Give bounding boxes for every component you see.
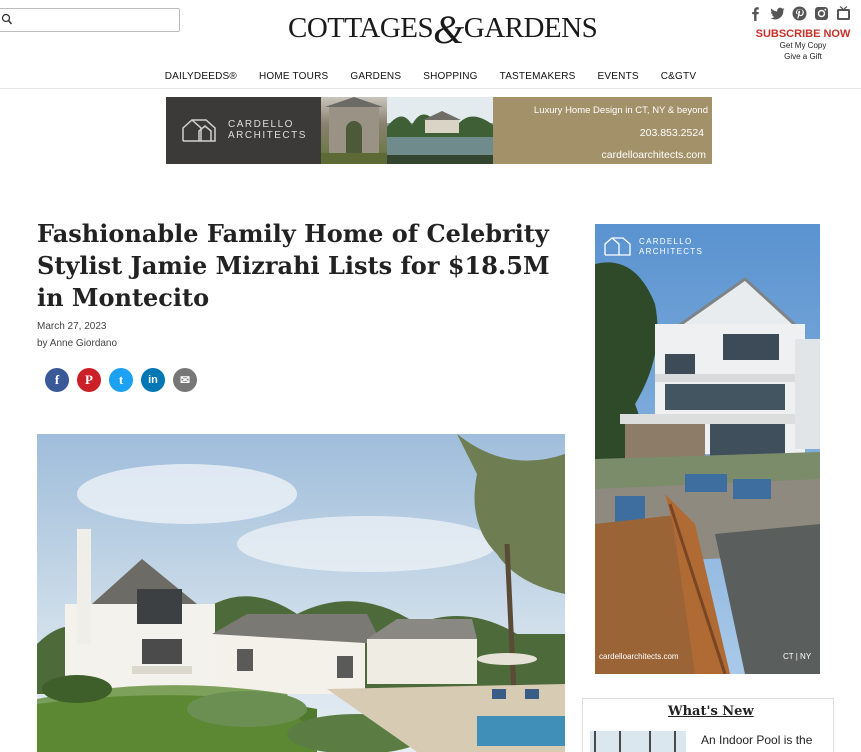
sidebar-ad-logo-icon: [604, 237, 631, 256]
email-share-icon[interactable]: ✉: [173, 368, 197, 392]
whats-new-thumbnail[interactable]: [590, 731, 686, 752]
instagram-icon[interactable]: [814, 6, 829, 21]
main-nav: DAILYDEEDS® HOME TOURS GARDENS SHOPPING …: [0, 71, 861, 82]
nav-item-cgtv[interactable]: C&GTV: [650, 71, 707, 82]
logo-ampersand: &: [433, 7, 464, 52]
twitter-share-icon[interactable]: t: [109, 368, 133, 392]
logo-text-right: GARDENS: [463, 12, 598, 44]
whats-new-heading[interactable]: What's New: [668, 704, 754, 719]
article-byline: by Anne Giordano: [37, 338, 118, 349]
banner-ad[interactable]: CARDELLO ARCHITECTS Luxury Home Design i…: [166, 97, 712, 164]
banner-ad-tagline: Luxury Home Design in CT, NY & beyond: [533, 105, 708, 116]
banner-ad-brand-panel: CARDELLO ARCHITECTS: [166, 97, 321, 164]
sidebar-ad-firm-line2: ARCHITECTS: [639, 247, 704, 256]
give-a-gift-link[interactable]: Give a Gift: [755, 51, 851, 62]
search-icon: [1, 13, 13, 25]
sidebar-ad-url: cardelloarchitects.com: [599, 652, 679, 661]
nav-item-dailydeeds[interactable]: DAILYDEEDS®: [154, 71, 248, 82]
sidebar-ad-firm-name: CARDELLO ARCHITECTS: [639, 237, 703, 257]
banner-ad-info-panel: Luxury Home Design in CT, NY & beyond 20…: [493, 97, 712, 164]
facebook-icon[interactable]: [748, 6, 763, 21]
banner-ad-firm-line1: CARDELLO: [228, 119, 294, 130]
share-buttons: f P t in ✉: [45, 368, 197, 392]
linkedin-share-icon[interactable]: in: [141, 368, 165, 392]
article-headline: Fashionable Family Home of Celebrity Sty…: [37, 219, 550, 312]
search-box[interactable]: [0, 8, 180, 32]
banner-ad-url: cardelloarchitects.com: [601, 149, 706, 161]
sidebar-ad-location: CT | NY: [783, 652, 812, 661]
get-my-copy-link[interactable]: Get My Copy: [755, 40, 851, 51]
banner-ad-photo-stone-house: [321, 97, 387, 164]
banner-ad-photo-lake-house: [387, 97, 493, 164]
article-hero-image: [37, 434, 565, 752]
social-links: [748, 6, 851, 21]
banner-ad-firm-line2: ARCHITECTS: [228, 130, 307, 141]
banner-ad-firm-name: CARDELLO ARCHITECTS: [228, 119, 307, 141]
article-date: March 27, 2023: [37, 321, 107, 332]
search-input[interactable]: [15, 11, 175, 29]
tv-icon[interactable]: [836, 6, 851, 21]
facebook-share-icon[interactable]: f: [45, 368, 69, 392]
pinterest-share-icon[interactable]: P: [77, 368, 101, 392]
nav-item-tastemakers[interactable]: TASTEMAKERS: [489, 71, 587, 82]
whats-new-item-title[interactable]: An Indoor Pool is the: [701, 731, 831, 749]
banner-ad-phone: 203.853.2524: [639, 127, 704, 139]
nav-item-events[interactable]: EVENTS: [587, 71, 650, 82]
subscribe-now-link[interactable]: SUBSCRIBE NOW: [755, 28, 851, 40]
pinterest-icon[interactable]: [792, 6, 807, 21]
nav-divider: [0, 88, 861, 89]
site-logo[interactable]: COTTAGES&GARDENS: [288, 10, 598, 50]
nav-item-home-tours[interactable]: HOME TOURS: [248, 71, 339, 82]
nav-item-shopping[interactable]: SHOPPING: [412, 71, 488, 82]
logo-text-left: COTTAGES: [288, 12, 434, 44]
sidebar-ad[interactable]: CARDELLO ARCHITECTS cardelloarchitects.c…: [595, 224, 820, 674]
twitter-icon[interactable]: [770, 6, 785, 21]
subscribe-block: SUBSCRIBE NOW Get My Copy Give a Gift: [755, 28, 851, 62]
nav-item-gardens[interactable]: GARDENS: [339, 71, 412, 82]
sidebar-ad-firm-line1: CARDELLO: [639, 237, 693, 246]
house-logo-icon: [182, 118, 216, 142]
